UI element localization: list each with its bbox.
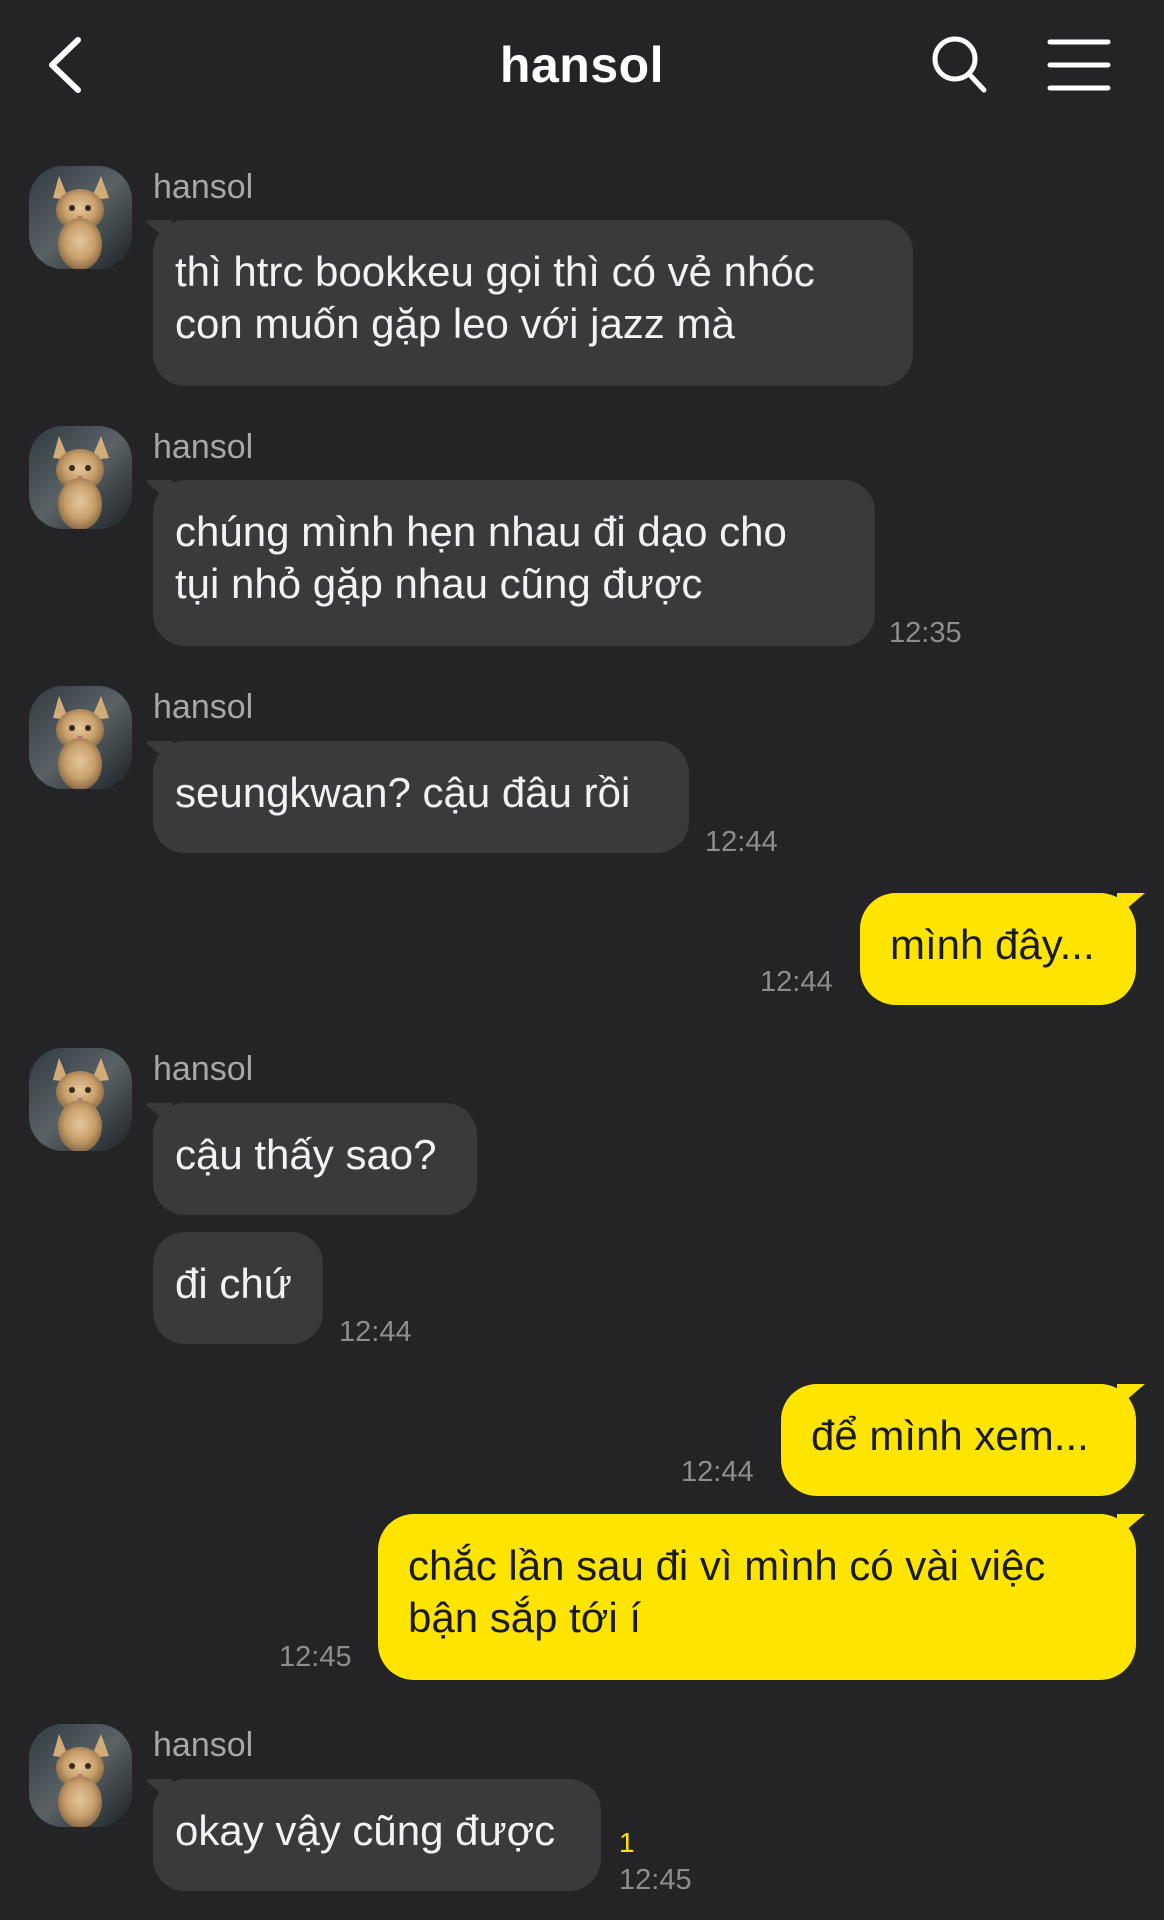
sender-name: hansol bbox=[153, 168, 254, 206]
sender-avatar[interactable] bbox=[29, 426, 132, 529]
unread-count: 1 bbox=[619, 1827, 635, 1858]
message-timestamp: 12:45 bbox=[619, 1864, 692, 1896]
message-bubble-outgoing[interactable]: chắc lần sau đi vì mình có vài việc bận … bbox=[378, 1514, 1136, 1680]
search-icon bbox=[932, 36, 987, 93]
message-timestamp: 12:35 bbox=[889, 617, 962, 649]
message-bubble-incoming[interactable]: chúng mình hẹn nhau đi dạo cho tụi nhỏ g… bbox=[153, 480, 875, 646]
message-bubble-outgoing[interactable]: mình đây... bbox=[860, 893, 1136, 1005]
message-bubble-incoming[interactable]: seungkwan? cậu đâu rồi bbox=[153, 741, 689, 853]
message-timestamp: 12:44 bbox=[339, 1316, 412, 1348]
sender-avatar[interactable] bbox=[29, 686, 132, 789]
message-bubble-incoming[interactable]: đi chứ bbox=[153, 1232, 323, 1344]
message-line: tụi nhỏ gặp nhau cũng được bbox=[175, 560, 703, 607]
message-bubble-outgoing[interactable]: để mình xem... bbox=[781, 1384, 1136, 1496]
message-line: thì htrc bookkeu gọi thì có vẻ nhóc bbox=[175, 248, 815, 295]
sender-name: hansol bbox=[153, 1050, 254, 1088]
cat-avatar-image bbox=[29, 1724, 132, 1827]
sender-name: hansol bbox=[153, 688, 254, 726]
message-bubble-incoming[interactable]: thì htrc bookkeu gọi thì có vẻ nhóc con … bbox=[153, 220, 913, 386]
cat-avatar-image bbox=[29, 166, 132, 269]
message-timestamp: 12:44 bbox=[705, 826, 778, 858]
sender-name: hansol bbox=[153, 428, 254, 466]
sender-name: hansol bbox=[153, 1726, 254, 1764]
message-line: chúng mình hẹn nhau đi dạo cho bbox=[175, 508, 787, 555]
sender-avatar[interactable] bbox=[29, 166, 132, 269]
cat-avatar-image bbox=[29, 686, 132, 789]
message-line: bận sắp tới í bbox=[408, 1594, 642, 1641]
cat-avatar-image bbox=[29, 1048, 132, 1151]
menu-button[interactable] bbox=[1044, 34, 1114, 96]
chat-screen: hansol hansol thì htrc bookkeu gọi thì c… bbox=[0, 0, 1164, 1920]
search-button[interactable] bbox=[928, 30, 990, 100]
message-timestamp: 12:44 bbox=[681, 1456, 754, 1488]
cat-avatar-image bbox=[29, 426, 132, 529]
message-timestamp: 12:45 bbox=[279, 1641, 352, 1673]
message-line: chắc lần sau đi vì mình có vài việc bbox=[408, 1542, 1046, 1589]
sender-avatar[interactable] bbox=[29, 1724, 132, 1827]
message-timestamp: 12:44 bbox=[760, 966, 833, 998]
message-bubble-incoming[interactable]: okay vậy cũng được bbox=[153, 1779, 601, 1891]
chat-header: hansol bbox=[0, 0, 1164, 132]
sender-avatar[interactable] bbox=[29, 1048, 132, 1151]
message-line: con muốn gặp leo với jazz mà bbox=[175, 300, 735, 347]
message-bubble-incoming[interactable]: cậu thấy sao? bbox=[153, 1103, 477, 1215]
hamburger-menu-icon bbox=[1047, 39, 1111, 91]
